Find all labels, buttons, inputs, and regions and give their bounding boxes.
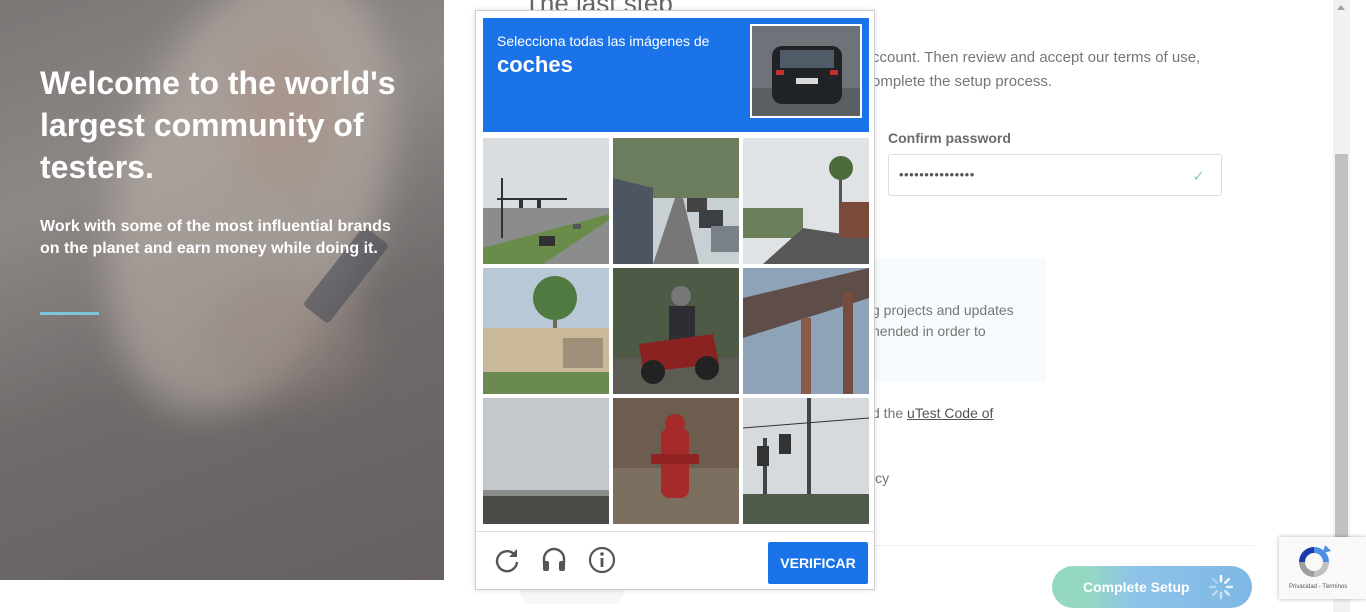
complete-setup-label: Complete Setup xyxy=(1083,579,1190,595)
audio-icon[interactable] xyxy=(539,545,569,575)
verify-button[interactable]: VERIFICAR xyxy=(768,542,868,584)
captcha-target: coches xyxy=(497,52,573,77)
hero-panel: Welcome to the world's largest community… xyxy=(0,0,444,580)
captcha-tile-4[interactable] xyxy=(483,268,609,394)
captcha-footer: VERIFICAR xyxy=(476,531,874,589)
captcha-tile-7[interactable] xyxy=(483,398,609,524)
hero-subtext: Work with some of the most influential b… xyxy=(40,218,391,257)
complete-setup-button[interactable]: Complete Setup xyxy=(1052,566,1252,608)
captcha-header: Selecciona todas las imágenes de coches xyxy=(483,18,869,132)
loading-spinner-icon xyxy=(1208,574,1234,600)
captcha-instruction: Selecciona todas las imágenes de xyxy=(497,33,710,49)
captcha-tile-8[interactable] xyxy=(613,398,739,524)
captcha-tile-2[interactable] xyxy=(613,138,739,264)
code-of-conduct-line: d the uTest Code of xyxy=(872,405,993,421)
info-box: g projects and updates nended in order t… xyxy=(872,258,1046,382)
captcha-tile-6[interactable] xyxy=(743,268,869,394)
recaptcha-logo-icon xyxy=(1299,545,1331,577)
info-icon[interactable] xyxy=(587,545,617,575)
captcha-challenge: Selecciona todas las imágenes de coches xyxy=(475,10,875,590)
code-prefix: d the xyxy=(872,405,908,421)
scrollbar[interactable] xyxy=(1333,0,1350,612)
recaptcha-badge[interactable]: Privacidad - Términos xyxy=(1279,537,1366,599)
confirm-password-label: Confirm password xyxy=(888,130,1011,146)
info-text: g projects and updates nended in order t… xyxy=(872,302,1014,339)
check-icon: ✓ xyxy=(1192,168,1205,185)
hero-heading: Welcome to the world's largest community… xyxy=(40,65,396,185)
reload-icon[interactable] xyxy=(492,545,522,575)
form-divider xyxy=(872,545,1254,546)
captcha-tile-9[interactable] xyxy=(743,398,869,524)
captcha-tile-5[interactable] xyxy=(613,268,739,394)
captcha-tile-1[interactable] xyxy=(483,138,609,264)
scrollbar-thumb[interactable] xyxy=(1335,154,1348,540)
code-of-conduct-link[interactable]: uTest Code of xyxy=(907,405,993,421)
right-edge xyxy=(1350,0,1366,612)
hero-accent-rule xyxy=(40,312,99,315)
captcha-sample-image xyxy=(750,24,862,118)
confirm-password-value: ••••••••••••••• xyxy=(899,167,975,182)
scroll-up-arrow-icon[interactable] xyxy=(1337,5,1345,10)
confirm-password-field[interactable]: ••••••••••••••• ✓ xyxy=(888,154,1222,196)
form-description: ccount. Then review and accept our terms… xyxy=(872,49,1201,90)
captcha-grid xyxy=(483,138,869,524)
captcha-tile-3[interactable] xyxy=(743,138,869,264)
recaptcha-legal[interactable]: Privacidad - Términos xyxy=(1289,584,1347,590)
